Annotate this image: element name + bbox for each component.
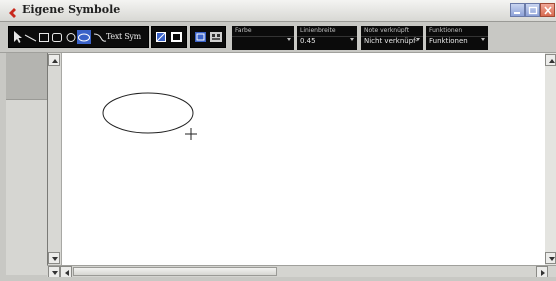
crosshair-cursor-icon: [185, 128, 197, 140]
window-scroll-down-button[interactable]: [545, 252, 556, 264]
close-button[interactable]: [540, 3, 555, 17]
window-bottom-border: [0, 277, 556, 281]
fill-tools-group: [151, 26, 187, 48]
line-width-value: 0.45: [300, 37, 316, 45]
symbol-view-button[interactable]: [209, 30, 223, 44]
window-icon: [195, 32, 206, 42]
text-symbol-tool[interactable]: Text Sym: [106, 32, 141, 41]
symbol-grid-icon: [210, 32, 222, 42]
window-title: Eigene Symbole: [22, 3, 121, 16]
canvas-drawing: [102, 92, 197, 140]
curve-icon: [93, 33, 107, 42]
outline-color-icon: [156, 32, 166, 42]
scroll-down-button[interactable]: [48, 252, 60, 264]
chevron-down-icon: [549, 257, 555, 261]
dropdown-arrow-icon: [481, 38, 485, 41]
circle-icon: [66, 33, 76, 42]
drawn-ellipse[interactable]: [102, 92, 194, 134]
filled-rectangle-icon: [52, 33, 62, 42]
chevron-up-icon: [52, 59, 58, 63]
note-link-value: Nicht verknüpf-: [364, 37, 418, 45]
chevron-right-icon: [541, 270, 545, 276]
chevron-up-icon: [549, 59, 555, 63]
ellipse-tool[interactable]: [77, 30, 91, 44]
close-icon: [544, 6, 552, 15]
toolbar: Text Sym Farbe Linienbreite 0.45 Note ve…: [0, 22, 556, 53]
dropdown-arrow-icon: [287, 38, 291, 41]
line-tool[interactable]: [24, 30, 37, 44]
window-scroll-up-button[interactable]: [545, 54, 556, 66]
fill-color-icon: [171, 32, 182, 42]
dropdown-arrow-icon: [416, 38, 420, 41]
canvas-vertical-scrollbar[interactable]: [48, 53, 62, 265]
pointer-tool[interactable]: [12, 30, 22, 44]
minimize-icon: [514, 12, 520, 14]
fill-button[interactable]: [170, 30, 183, 44]
scroll-up-button[interactable]: [48, 54, 60, 66]
chevron-left-icon: [65, 270, 69, 276]
symbol-list-header: [6, 53, 47, 100]
functions-value: Funktionen: [429, 37, 468, 45]
ellipse-icon: [78, 33, 90, 42]
app-logo-icon: [6, 4, 18, 18]
grid-view-button[interactable]: [194, 30, 207, 44]
outline-button[interactable]: [155, 30, 167, 44]
arrow-pointer-icon: [14, 31, 22, 43]
rectangle-tool[interactable]: [38, 30, 50, 44]
view-tools-group: [190, 26, 226, 48]
minimize-button[interactable]: [510, 3, 525, 17]
chevron-down-icon: [52, 257, 58, 261]
maximize-icon: [528, 6, 538, 15]
symbol-editor-window: Eigene Symbole Text Sym Farbe Linienbrei…: [0, 0, 556, 281]
stepper-arrow-icon: [350, 38, 354, 41]
maximize-button[interactable]: [525, 3, 540, 17]
color-field[interactable]: Farbe: [232, 26, 294, 50]
note-link-field[interactable]: Note verknüpft Nicht verknüpf-: [361, 26, 423, 50]
rectangle-icon: [39, 33, 49, 42]
chevron-down-icon: [52, 271, 58, 275]
filled-rectangle-tool[interactable]: [51, 30, 63, 44]
functions-field[interactable]: Funktionen Funktionen: [426, 26, 488, 50]
circle-tool[interactable]: [65, 30, 77, 44]
symbol-list-pane[interactable]: [6, 53, 47, 275]
drawing-canvas[interactable]: [47, 53, 550, 265]
line-icon: [24, 34, 37, 42]
window-vertical-scrollbar[interactable]: [545, 53, 556, 265]
horizontal-scroll-thumb[interactable]: [73, 267, 277, 276]
title-bar[interactable]: Eigene Symbole: [0, 0, 556, 22]
drawing-tools-group: Text Sym: [8, 26, 149, 48]
curve-tool[interactable]: [93, 30, 107, 44]
line-width-field[interactable]: Linienbreite 0.45: [297, 26, 357, 50]
